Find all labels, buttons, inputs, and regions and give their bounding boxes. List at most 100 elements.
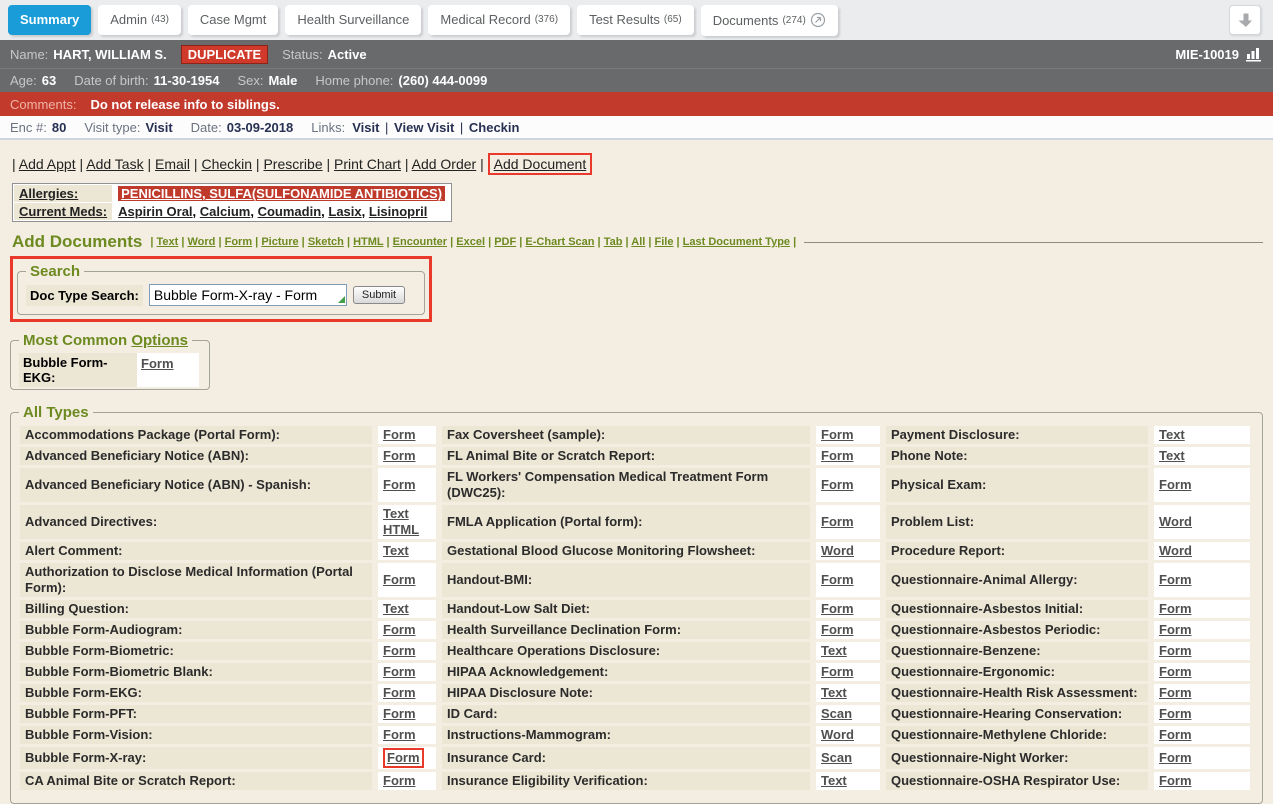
action-link-checkin[interactable]: Checkin xyxy=(201,156,252,172)
handout-low-salt-diet-form-link[interactable]: Form xyxy=(821,601,854,617)
tab-health-surveillance[interactable]: Health Surveillance xyxy=(285,5,421,35)
med-link-lisinopril[interactable]: Lisinopril xyxy=(369,204,428,219)
action-link-add-document[interactable]: Add Document xyxy=(494,156,587,172)
instructions-mammogram-word-link[interactable]: Word xyxy=(821,727,854,743)
comments-text: Do not release info to siblings. xyxy=(90,97,279,112)
advanced-directives-html-link[interactable]: HTML xyxy=(383,522,419,538)
questionnaire-night-worker-form-link[interactable]: Form xyxy=(1159,750,1192,766)
doc-type-label-handout-bmi: Handout-BMI: xyxy=(442,563,810,597)
doc-type-link-all[interactable]: All xyxy=(631,236,645,248)
fax-coversheet-sample-form-link[interactable]: Form xyxy=(821,427,854,443)
tab-test-results[interactable]: Test Results(65) xyxy=(577,5,694,35)
action-link-print-chart[interactable]: Print Chart xyxy=(334,156,401,172)
current-meds-link[interactable]: Current Meds: xyxy=(19,204,107,219)
all-types-row: Advanced Beneficiary Notice (ABN):FormFL… xyxy=(20,447,1250,465)
allergies-link[interactable]: Allergies: xyxy=(19,186,78,201)
bubble-form-vision-form-link[interactable]: Form xyxy=(383,727,416,743)
questionnaire-benzene-form-link[interactable]: Form xyxy=(1159,643,1192,659)
med-link-aspirin-oral[interactable]: Aspirin Oral xyxy=(118,204,192,219)
ca-animal-bite-or-scratch-report-form-link[interactable]: Form xyxy=(383,773,416,789)
advanced-beneficiary-notice-abn-form-link[interactable]: Form xyxy=(383,448,416,464)
insurance-card-scan-link[interactable]: Scan xyxy=(821,750,852,766)
procedure-report-word-link[interactable]: Word xyxy=(1159,543,1192,559)
combobox-grip-icon[interactable] xyxy=(338,296,345,303)
encounter-link-view-visit[interactable]: View Visit xyxy=(394,120,454,135)
med-link-calcium[interactable]: Calcium xyxy=(200,204,251,219)
accommodations-package-portal-form-form-link[interactable]: Form xyxy=(383,427,416,443)
gestational-blood-glucose-monitoring-flowsheet-word-link[interactable]: Word xyxy=(821,543,854,559)
id-card-scan-link[interactable]: Scan xyxy=(821,706,852,722)
handout-bmi-form-link[interactable]: Form xyxy=(821,572,854,588)
advanced-beneficiary-notice-abn-spanish-form-link[interactable]: Form xyxy=(383,477,416,493)
doc-type-link-pdf[interactable]: PDF xyxy=(494,236,516,248)
billing-question-text-link[interactable]: Text xyxy=(383,601,409,617)
hipaa-disclosure-note-text-link[interactable]: Text xyxy=(821,685,847,701)
open-chart-icon[interactable] xyxy=(810,12,826,28)
bubble-form-ekg-form-link[interactable]: Form xyxy=(141,356,174,371)
tab-documents[interactable]: Documents(274) xyxy=(701,5,838,36)
med-link-coumadin[interactable]: Coumadin xyxy=(258,204,322,219)
action-link-add-appt[interactable]: Add Appt xyxy=(19,156,76,172)
bubble-form-biometric-blank-form-link[interactable]: Form xyxy=(383,664,416,680)
questionnaire-osha-respirator-use-form-link[interactable]: Form xyxy=(1159,773,1192,789)
doc-type-link-picture[interactable]: Picture xyxy=(261,236,298,248)
encounter-links: Visit | View Visit | Checkin xyxy=(350,120,521,135)
questionnaire-asbestos-initial-form-link[interactable]: Form xyxy=(1159,601,1192,617)
doc-type-search-input[interactable] xyxy=(149,284,347,306)
all-types-row: CA Animal Bite or Scratch Report:FormIns… xyxy=(20,772,1250,790)
action-link-add-task[interactable]: Add Task xyxy=(86,156,143,172)
doc-type-link-word[interactable]: Word xyxy=(188,236,216,248)
questionnaire-methylene-chloride-form-link[interactable]: Form xyxy=(1159,727,1192,743)
submit-button[interactable]: Submit xyxy=(353,286,405,304)
doc-type-link-last-document-type[interactable]: Last Document Type xyxy=(683,236,790,248)
questionnaire-health-risk-assessment-form-link[interactable]: Form xyxy=(1159,685,1192,701)
fl-animal-bite-or-scratch-report-form-link[interactable]: Form xyxy=(821,448,854,464)
questionnaire-asbestos-periodic-form-link[interactable]: Form xyxy=(1159,622,1192,638)
action-link-prescribe[interactable]: Prescribe xyxy=(263,156,322,172)
scroll-down-button[interactable] xyxy=(1229,5,1261,35)
duplicate-badge[interactable]: DUPLICATE xyxy=(181,45,268,64)
doc-type-link-tab[interactable]: Tab xyxy=(604,236,623,248)
insurance-eligibility-verification-text-link[interactable]: Text xyxy=(821,773,847,789)
doc-type-link-file[interactable]: File xyxy=(655,236,674,248)
med-link-lasix[interactable]: Lasix xyxy=(328,204,361,219)
phone-note-text-link[interactable]: Text xyxy=(1159,448,1185,464)
bubble-form-biometric-form-link[interactable]: Form xyxy=(383,643,416,659)
options-link[interactable]: Options xyxy=(131,332,188,349)
questionnaire-hearing-conservation-form-link[interactable]: Form xyxy=(1159,706,1192,722)
alert-comment-text-link[interactable]: Text xyxy=(383,543,409,559)
bubble-form-ekg-form-link[interactable]: Form xyxy=(383,685,416,701)
healthcare-operations-disclosure-text-link[interactable]: Text xyxy=(821,643,847,659)
advanced-directives-text-link[interactable]: Text xyxy=(383,506,409,522)
doc-type-link-sketch[interactable]: Sketch xyxy=(308,236,344,248)
encounter-link-checkin[interactable]: Checkin xyxy=(469,120,520,135)
doc-type-link-form[interactable]: Form xyxy=(225,236,253,248)
tab-summary[interactable]: Summary xyxy=(8,5,91,35)
action-link-add-order[interactable]: Add Order xyxy=(412,156,477,172)
fmla-application-portal-form-form-link[interactable]: Form xyxy=(821,514,854,530)
doc-type-link-encounter[interactable]: Encounter xyxy=(393,236,447,248)
payment-disclosure-text-link[interactable]: Text xyxy=(1159,427,1185,443)
tab-medical-record[interactable]: Medical Record(376) xyxy=(428,5,570,35)
health-surveillance-declination-form-form-link[interactable]: Form xyxy=(821,622,854,638)
encounter-link-visit[interactable]: Visit xyxy=(352,120,379,135)
questionnaire-ergonomic-form-link[interactable]: Form xyxy=(1159,664,1192,680)
tab-case-mgmt[interactable]: Case Mgmt xyxy=(188,5,278,35)
bubble-form-pft-form-link[interactable]: Form xyxy=(383,706,416,722)
doc-type-link-text[interactable]: Text xyxy=(156,236,178,248)
tab-admin[interactable]: Admin(43) xyxy=(98,5,181,35)
hipaa-acknowledgement-form-link[interactable]: Form xyxy=(821,664,854,680)
action-link-email[interactable]: Email xyxy=(155,156,190,172)
doc-type-link-html[interactable]: HTML xyxy=(353,236,383,248)
authorization-to-disclose-medical-information-portal-form-form-link[interactable]: Form xyxy=(383,572,416,588)
physical-exam-form-link[interactable]: Form xyxy=(1159,477,1192,493)
problem-list-word-link[interactable]: Word xyxy=(1159,514,1192,530)
chart-stats-icon[interactable] xyxy=(1245,47,1263,62)
doc-type-link-excel[interactable]: Excel xyxy=(456,236,485,248)
bubble-form-x-ray-form-link[interactable]: Form xyxy=(387,750,420,766)
questionnaire-animal-allergy-form-link[interactable]: Form xyxy=(1159,572,1192,588)
fl-workers-compensation-medical-treatment-form-dwc25-form-link[interactable]: Form xyxy=(821,477,854,493)
doc-type-link-e-chart-scan[interactable]: E-Chart Scan xyxy=(525,236,594,248)
bubble-form-audiogram-form-link[interactable]: Form xyxy=(383,622,416,638)
allergy-value-link[interactable]: PENICILLINS, SULFA(SULFONAMIDE ANTIBIOTI… xyxy=(118,186,445,201)
